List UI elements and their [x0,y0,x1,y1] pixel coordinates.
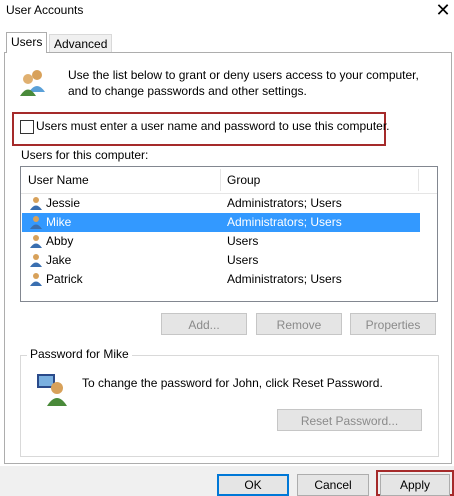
users-listview[interactable]: User Name Group Jessie Administrators; U… [20,166,438,302]
cancel-button[interactable]: Cancel [297,474,369,496]
remove-user-button[interactable]: Remove [256,313,342,335]
user-icon [30,235,42,248]
users-list-label: Users for this computer: [21,148,149,162]
user-icon [30,254,42,267]
user-group-cell: Administrators; Users [227,215,342,229]
column-username-label: User Name [28,173,89,187]
user-group-cell: Administrators; Users [227,272,342,286]
table-row[interactable]: Jessie Administrators; Users [22,194,420,213]
user-icon [30,197,42,210]
user-name-cell: Mike [46,215,72,229]
password-help-text: To change the password for John, click R… [82,376,383,390]
apply-button[interactable]: Apply [380,474,450,496]
user-icon [30,273,42,286]
ok-button[interactable]: OK [217,474,289,496]
require-login-label[interactable]: Users must enter a user name and passwor… [36,119,390,133]
password-group-legend: Password for Mike [27,347,132,361]
column-group-label: Group [227,173,261,187]
user-icon [30,216,42,229]
user-name-cell: Patrick [46,272,83,286]
table-row[interactable]: Abby Users [22,232,420,251]
tab-users[interactable]: Users [6,32,48,53]
users-group-icon [20,70,45,96]
table-row-selected[interactable]: Mike Administrators; Users [22,213,420,232]
reset-password-button[interactable]: Reset Password... [277,409,422,431]
user-name-cell: Jake [46,253,72,267]
user-name-cell: Abby [46,234,74,248]
require-login-checkbox[interactable] [20,120,34,134]
window-title: User Accounts [6,3,84,17]
user-password-icon [37,374,67,406]
password-groupbox [20,355,439,457]
column-header-username[interactable]: User Name [21,167,221,194]
close-icon[interactable]: ✕ [434,1,452,19]
add-user-button[interactable]: Add... [161,313,247,335]
intro-text: Use the list below to grant or deny user… [68,68,419,98]
user-group-cell: Administrators; Users [227,196,342,210]
user-group-cell: Users [227,253,259,267]
table-row[interactable]: Jake Users [22,251,420,270]
properties-button[interactable]: Properties [350,313,436,335]
table-row[interactable]: Patrick Administrators; Users [22,270,420,289]
column-header-group[interactable]: Group [221,167,418,194]
tab-advanced[interactable]: Advanced [49,34,113,53]
user-name-cell: Jessie [46,196,81,210]
user-group-cell: Users [227,234,259,248]
column-divider[interactable] [418,169,419,191]
